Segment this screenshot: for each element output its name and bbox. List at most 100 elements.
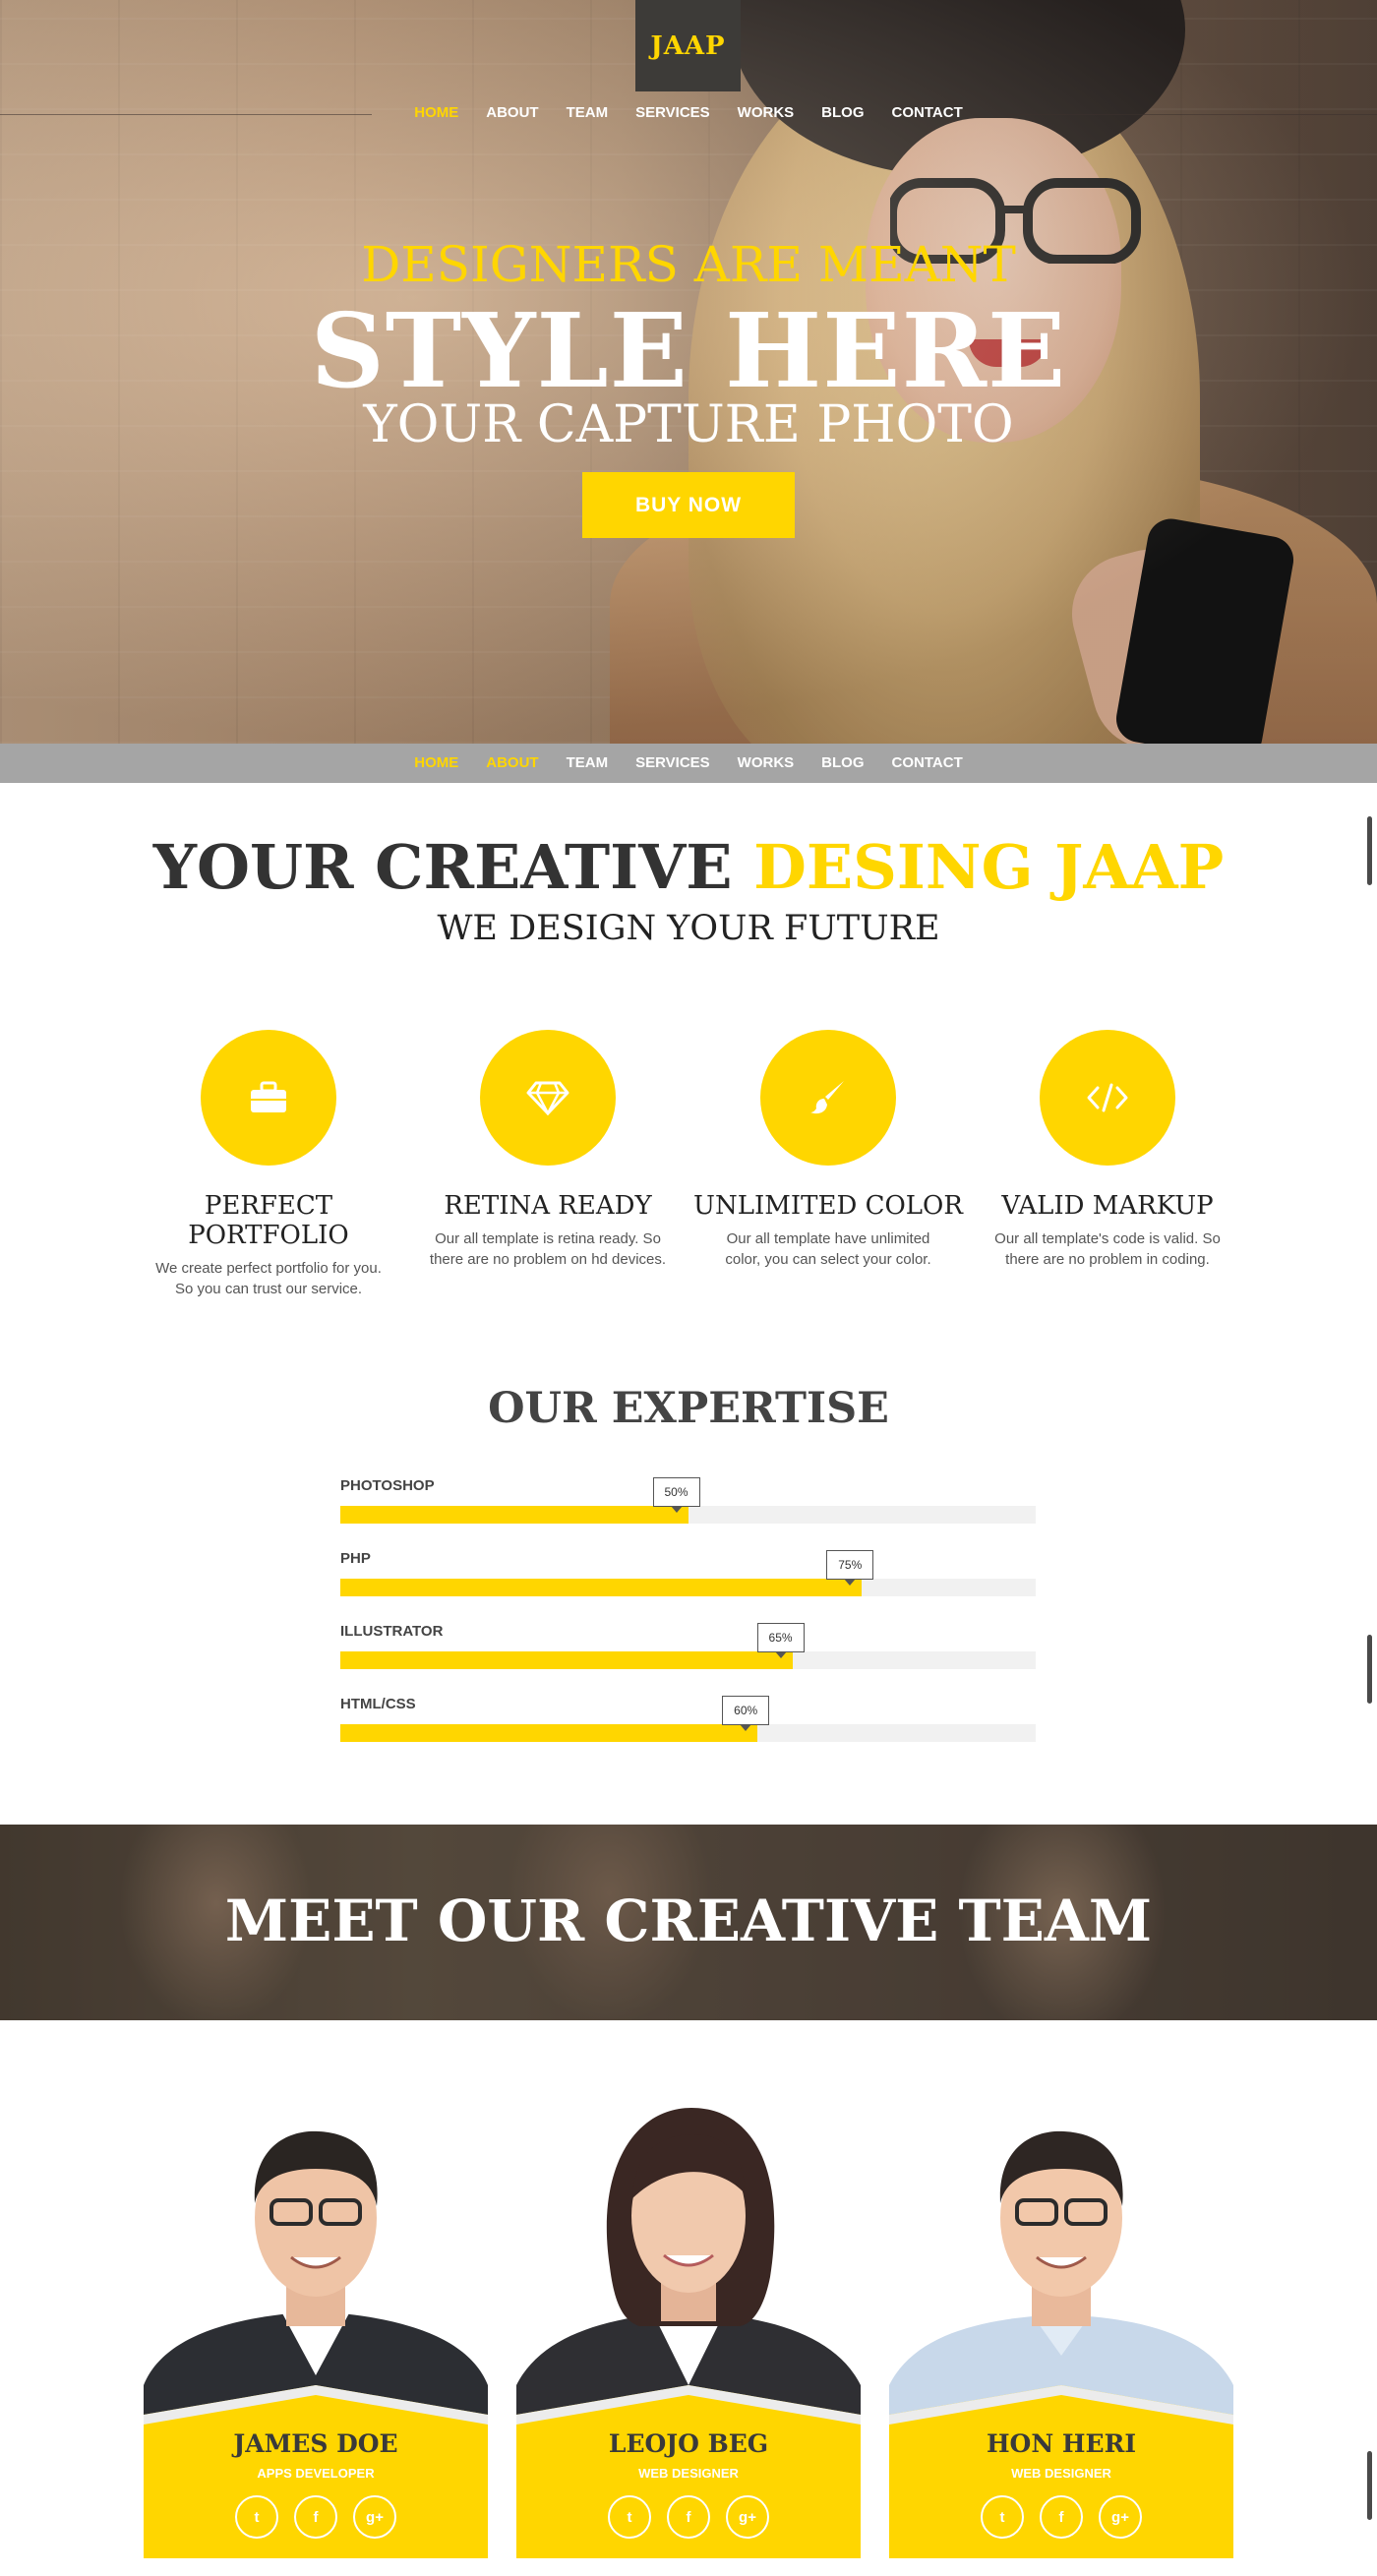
buy-now-button[interactable]: BUY NOW [582,472,795,538]
subnav-works[interactable]: WORKS [724,754,808,771]
subnav-about[interactable]: ABOUT [472,754,552,771]
nav-services[interactable]: SERVICES [622,104,724,121]
team-member-name: JAMES DOE [233,2429,398,2458]
feature-icon-circle[interactable] [201,1030,336,1166]
skill-row: ILLUSTRATOR 65% [340,1623,1036,1669]
feature-title: PERFECT PORTFOLIO [188,1191,349,1250]
feature-icon-circle[interactable] [1040,1030,1175,1166]
feature-title: RETINA READY [444,1191,652,1221]
google-plus-icon[interactable]: g+ [726,2495,769,2539]
nav-contact[interactable]: CONTACT [878,104,977,121]
team-member-name: HON HERI [986,2429,1137,2458]
skill-track [340,1506,1036,1524]
feature-description-line: Our all template is retina ready. So [435,1230,661,1247]
feature-description-line: Our all template's code is valid. So [994,1230,1221,1247]
logo-text: JAAP [650,30,726,61]
skill-track [340,1579,1036,1596]
subnav-services[interactable]: SERVICES [622,754,724,771]
feature-card: PERFECT PORTFOLIO We create perfect port… [131,1030,406,1299]
team-member-role: WEB DESIGNER [1011,2466,1111,2481]
about-title: YOUR CREATIVE DESING JAAP [0,831,1377,903]
team-member-role: APPS DEVELOPER [257,2466,375,2481]
skill-track [340,1651,1036,1669]
team-member-socials: t f g+ [516,2495,861,2539]
facebook-icon[interactable]: f [294,2495,337,2539]
skill-fill [340,1506,688,1524]
feature-description-line: We create perfect portfolio for you. [155,1260,382,1277]
skill-fill [340,1651,793,1669]
team-member-card: LEOJO BEG WEB DESIGNER t f g+ [516,2090,861,2558]
skill-percent-tooltip: 50% [652,1477,700,1513]
skill-fill [340,1579,863,1596]
skill-fill [340,1724,758,1742]
nav-home[interactable]: HOME [400,104,472,121]
briefcase-icon [251,1081,286,1112]
scroll-indicator[interactable] [1367,1635,1372,1704]
nav-team[interactable]: TEAM [553,104,623,121]
subnav-blog[interactable]: BLOG [808,754,877,771]
team-member-role: WEB DESIGNER [638,2466,739,2481]
diamond-icon [526,1081,569,1115]
facebook-icon[interactable]: f [667,2495,710,2539]
feature-title: VALID MARKUP [1001,1191,1214,1221]
skill-percent-tooltip: 75% [826,1550,874,1586]
about-title-text: YOUR CREATIVE [152,831,754,903]
twitter-icon[interactable]: t [608,2495,651,2539]
skill-percent-tooltip: 60% [722,1696,770,1731]
google-plus-icon[interactable]: g+ [1099,2495,1142,2539]
nav-works[interactable]: WORKS [724,104,808,121]
scroll-indicator[interactable] [1367,2451,1372,2520]
skill-row: PHP 75% [340,1550,1036,1596]
hero-subheadline: YOUR CAPTURE PHOTO [363,395,1014,454]
skill-label: PHP [340,1550,371,1567]
sticky-nav-bar: HOME ABOUT TEAM SERVICES WORKS BLOG CONT… [0,744,1377,783]
facebook-icon[interactable]: f [1040,2495,1083,2539]
hero-headline: STYLE HERE [310,290,1067,411]
team-member-card: JAMES DOE APPS DEVELOPER t f g+ [144,2090,488,2558]
google-plus-icon[interactable]: g+ [353,2495,396,2539]
feature-title: UNLIMITED COLOR [693,1191,963,1221]
subnav-contact[interactable]: CONTACT [878,754,977,771]
team-member-socials: t f g+ [144,2495,488,2539]
feature-card: UNLIMITED COLOR Our all template have un… [690,1030,966,1270]
skill-row: HTML/CSS 60% [340,1696,1036,1742]
feature-description-line: there are no problem in coding. [1005,1251,1210,1268]
twitter-icon[interactable]: t [235,2495,278,2539]
feature-icon-circle[interactable] [480,1030,616,1166]
feature-description-line: there are no problem on hd devices. [429,1251,667,1268]
skill-row: PHOTOSHOP 50% [340,1477,1036,1524]
feature-card: VALID MARKUP Our all template's code is … [970,1030,1245,1270]
logo[interactable]: JAAP [635,0,741,91]
hero-section: JAAP HOME ABOUT TEAM SERVICES WORKS BLOG… [0,0,1377,744]
brush-icon [810,1081,844,1114]
feature-description: Our all template's code is valid. So ther… [970,1228,1245,1270]
nav-blog[interactable]: BLOG [808,104,877,121]
skill-label: ILLUSTRATOR [340,1623,444,1640]
twitter-icon[interactable]: t [981,2495,1024,2539]
team-member-card: HON HERI WEB DESIGNER t f g+ [889,2090,1233,2558]
main-nav: HOME ABOUT TEAM SERVICES WORKS BLOG CONT… [0,104,1377,121]
sticky-nav: HOME ABOUT TEAM SERVICES WORKS BLOG CONT… [0,754,1377,771]
team-banner: MEET OUR CREATIVE TEAM [0,1825,1377,2020]
feature-description: Our all template have unlimited color, yo… [690,1228,966,1270]
skill-label: HTML/CSS [340,1696,416,1712]
skill-track [340,1724,1036,1742]
code-icon [1087,1083,1128,1112]
team-member-socials: t f g+ [889,2495,1233,2539]
feature-description: Our all template is retina ready. So ther… [410,1228,686,1270]
team-banner-title: MEET OUR CREATIVE TEAM [224,1887,1153,1954]
feature-description-line: So you can trust our service. [174,1281,363,1297]
nav-about[interactable]: ABOUT [472,104,552,121]
feature-description-line: Our all template have unlimited [726,1230,930,1247]
subnav-team[interactable]: TEAM [553,754,623,771]
feature-description-line: color, you can select your color. [725,1251,931,1268]
about-subtitle: WE DESIGN YOUR FUTURE [437,909,940,948]
team-member-name: LEOJO BEG [608,2429,769,2458]
hero-tagline: DESIGNERS ARE MEANT [361,236,1016,293]
feature-card: RETINA READY Our all template is retina … [410,1030,686,1270]
skill-percent-tooltip: 65% [756,1623,805,1658]
subnav-home[interactable]: HOME [400,754,472,771]
feature-icon-circle[interactable] [760,1030,896,1166]
expertise-title: OUR EXPERTISE [488,1384,889,1433]
feature-description: We create perfect portfolio for you. So y… [131,1258,406,1299]
